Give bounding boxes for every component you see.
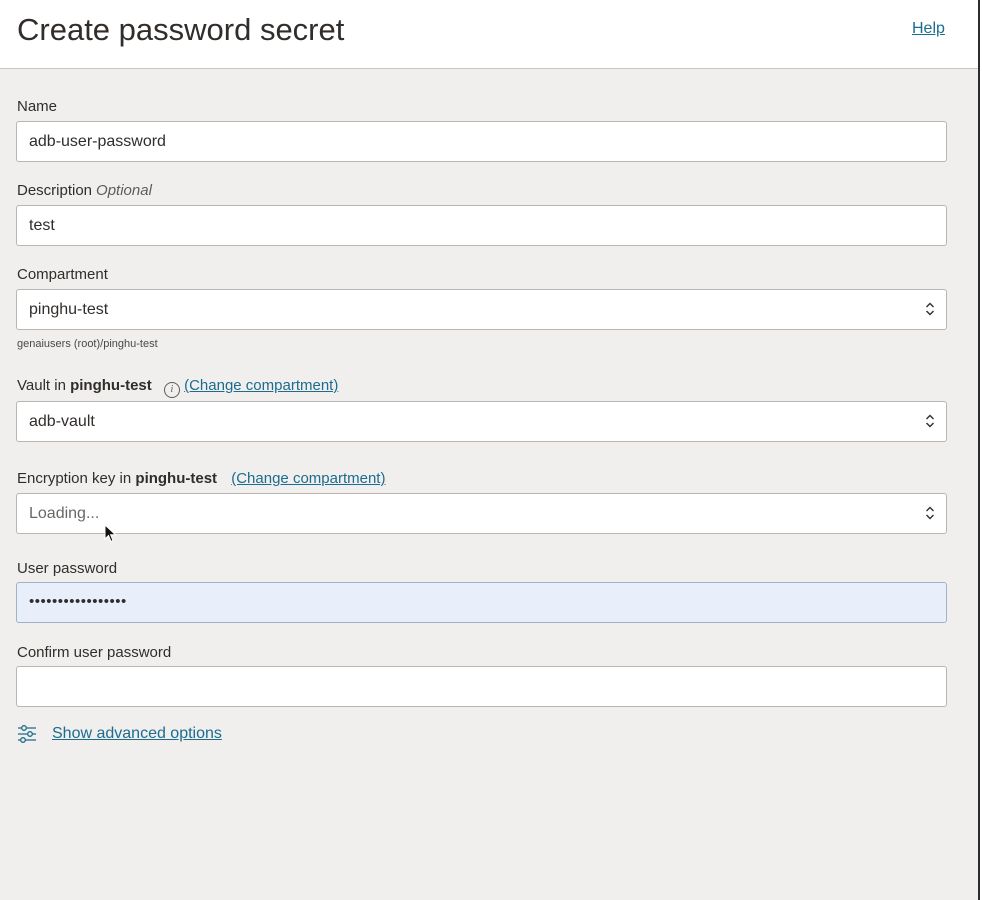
vault-label: Vault in pinghu-test i (Change compartme… xyxy=(17,377,338,398)
vault-label-prefix: Vault in xyxy=(17,377,66,394)
advanced-options-toggle[interactable]: Show advanced options xyxy=(16,724,222,744)
confirm-password-field[interactable] xyxy=(16,666,947,707)
sliders-icon xyxy=(16,724,38,744)
confirm-password-label: Confirm user password xyxy=(17,644,172,661)
mouse-pointer-icon xyxy=(104,523,118,544)
encryption-key-label-compartment: pinghu-test xyxy=(135,470,218,487)
name-label: Name xyxy=(17,98,58,115)
chevron-updown-icon xyxy=(924,300,936,318)
vault-select[interactable]: adb-vault xyxy=(16,401,947,442)
vault-label-compartment: pinghu-test xyxy=(70,377,152,394)
description-field[interactable] xyxy=(16,205,947,246)
show-advanced-options-link[interactable]: Show advanced options xyxy=(52,725,222,743)
create-secret-panel: Create password secret Help Name Descrip… xyxy=(0,0,980,900)
user-password-label: User password xyxy=(17,560,118,577)
chevron-updown-icon xyxy=(924,504,936,522)
vault-change-compartment-link[interactable]: (Change compartment) xyxy=(184,377,338,394)
name-input[interactable] xyxy=(17,122,946,161)
name-field[interactable] xyxy=(16,121,947,162)
user-password-field[interactable]: ••••••••••••••••• xyxy=(16,582,947,623)
compartment-select[interactable]: pinghu-test xyxy=(16,289,947,330)
encryption-key-change-compartment-link[interactable]: (Change compartment) xyxy=(231,470,385,487)
help-link[interactable]: Help xyxy=(912,20,945,38)
encryption-key-label-prefix: Encryption key in xyxy=(17,470,132,487)
info-icon[interactable]: i xyxy=(163,382,180,398)
encryption-key-label: Encryption key in pinghu-test (Change co… xyxy=(17,470,385,487)
encryption-key-select[interactable]: Loading... xyxy=(16,493,947,534)
vault-select-value: adb-vault xyxy=(29,413,95,430)
description-label-text: Description xyxy=(17,182,93,199)
chevron-updown-icon xyxy=(924,412,936,430)
compartment-select-value: pinghu-test xyxy=(29,301,109,318)
compartment-path-hint: genaiusers (root)/pinghu-test xyxy=(17,338,158,350)
compartment-label: Compartment xyxy=(17,266,108,283)
description-input[interactable] xyxy=(17,206,946,245)
encryption-key-select-value: Loading... xyxy=(29,505,100,522)
confirm-password-input[interactable] xyxy=(17,667,946,706)
panel-header: Create password secret Help xyxy=(0,0,978,69)
optional-tag: Optional xyxy=(96,182,152,199)
user-password-value: ••••••••••••••••• xyxy=(29,593,127,610)
page-title: Create password secret xyxy=(17,12,345,47)
description-label: Description Optional xyxy=(17,182,152,199)
